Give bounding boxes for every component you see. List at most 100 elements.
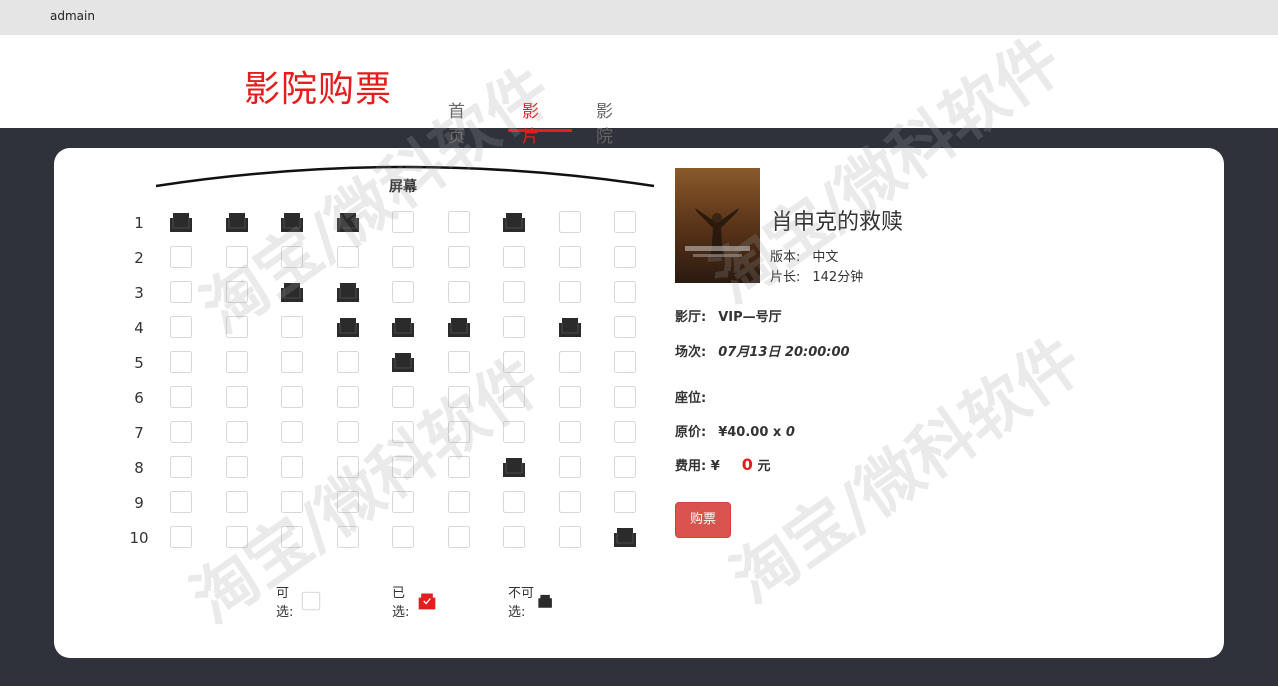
seat-available[interactable] — [391, 525, 415, 549]
hall-value: VIP—号厅 — [718, 310, 782, 325]
seat-available[interactable] — [391, 210, 415, 234]
seat-available[interactable] — [169, 490, 193, 514]
seat-available[interactable] — [225, 315, 249, 339]
seat-available[interactable] — [613, 490, 637, 514]
length-label: 片长: — [770, 270, 801, 285]
seat-available[interactable] — [280, 490, 304, 514]
seat-unavailable — [336, 280, 360, 304]
seat-available[interactable] — [613, 245, 637, 269]
seat-available[interactable] — [391, 385, 415, 409]
legend-unavailable: 不可选: — [508, 582, 553, 620]
seat-available[interactable] — [280, 315, 304, 339]
seat-available[interactable] — [391, 490, 415, 514]
seat-available[interactable] — [502, 490, 526, 514]
nav-cinemas[interactable]: 影院 — [596, 97, 613, 147]
seat-available[interactable] — [502, 420, 526, 444]
seat-available[interactable] — [280, 385, 304, 409]
nav-movies[interactable]: 影片 — [522, 97, 539, 147]
seat-available[interactable] — [447, 210, 471, 234]
seat-available[interactable] — [558, 245, 582, 269]
seat-available[interactable] — [336, 245, 360, 269]
seat-available[interactable] — [502, 280, 526, 304]
top-bar: admain — [0, 0, 1278, 35]
username[interactable]: admain — [50, 9, 95, 23]
seat-available[interactable] — [502, 315, 526, 339]
seat-available[interactable] — [336, 490, 360, 514]
seat-unavailable — [502, 210, 526, 234]
seat-available[interactable] — [336, 455, 360, 479]
seat-available[interactable] — [558, 420, 582, 444]
seat-available[interactable] — [613, 455, 637, 479]
seat-available[interactable] — [225, 385, 249, 409]
seat-available[interactable] — [280, 525, 304, 549]
seat-available[interactable] — [225, 280, 249, 304]
seat-available[interactable] — [225, 350, 249, 374]
seat-available[interactable] — [169, 420, 193, 444]
seat-available[interactable] — [336, 525, 360, 549]
seat-available[interactable] — [169, 280, 193, 304]
seat-available[interactable] — [502, 525, 526, 549]
seat-available[interactable] — [447, 490, 471, 514]
seat-available[interactable] — [613, 350, 637, 374]
seat-available[interactable] — [169, 315, 193, 339]
seat-available[interactable] — [447, 280, 471, 304]
seat-available[interactable] — [502, 350, 526, 374]
seat-available[interactable] — [447, 385, 471, 409]
seats-row: 座位: — [675, 387, 706, 406]
seat-unavailable — [558, 315, 582, 339]
seat-available[interactable] — [391, 455, 415, 479]
seat-available[interactable] — [225, 490, 249, 514]
seat-available[interactable] — [447, 525, 471, 549]
seat-available[interactable] — [613, 280, 637, 304]
seat-available[interactable] — [613, 385, 637, 409]
buy-ticket-button[interactable]: 购票 — [675, 502, 731, 538]
seat-available[interactable] — [225, 525, 249, 549]
seat-available[interactable] — [447, 245, 471, 269]
site-logo[interactable]: 影院购票 — [244, 69, 392, 111]
seat-unavailable — [280, 280, 304, 304]
movie-poster[interactable] — [675, 168, 760, 283]
seat-available[interactable] — [280, 455, 304, 479]
seat-available[interactable] — [169, 385, 193, 409]
seat-available[interactable] — [336, 385, 360, 409]
fee-value: 0 — [741, 455, 753, 474]
seat-available[interactable] — [336, 350, 360, 374]
hall-label: 影厅: — [675, 310, 707, 325]
seat-available[interactable] — [169, 245, 193, 269]
seat-available[interactable] — [558, 525, 582, 549]
seat-available[interactable] — [280, 350, 304, 374]
seat-available[interactable] — [169, 455, 193, 479]
seat-available[interactable] — [558, 455, 582, 479]
seat-available[interactable] — [391, 245, 415, 269]
seat-available[interactable] — [447, 420, 471, 444]
seat-available[interactable] — [391, 420, 415, 444]
seat-available[interactable] — [280, 420, 304, 444]
seat-available[interactable] — [502, 245, 526, 269]
seat-available[interactable] — [391, 280, 415, 304]
seat-available[interactable] — [225, 420, 249, 444]
nav-active-indicator — [508, 129, 572, 132]
seat-available[interactable] — [613, 420, 637, 444]
seat-available[interactable] — [558, 210, 582, 234]
seat-available[interactable] — [280, 245, 304, 269]
seat-available[interactable] — [613, 210, 637, 234]
seat-available[interactable] — [558, 350, 582, 374]
seat-available[interactable] — [336, 420, 360, 444]
seat-available[interactable] — [169, 525, 193, 549]
legend-selected-label: 已选: — [392, 586, 410, 620]
seat-available[interactable] — [447, 350, 471, 374]
seat-available[interactable] — [558, 385, 582, 409]
row-number: 3 — [134, 284, 144, 302]
seat-available[interactable] — [225, 245, 249, 269]
nav-home[interactable]: 首页 — [448, 97, 465, 147]
seat-available[interactable] — [558, 280, 582, 304]
seat-available[interactable] — [502, 385, 526, 409]
seat-available[interactable] — [613, 315, 637, 339]
seat-available[interactable] — [169, 350, 193, 374]
movie-title: 肖申克的救赎 — [771, 210, 904, 235]
version-value: 中文 — [812, 250, 839, 265]
session-label: 场次: — [675, 345, 707, 360]
seat-available[interactable] — [558, 490, 582, 514]
seat-available[interactable] — [225, 455, 249, 479]
seat-available[interactable] — [447, 455, 471, 479]
